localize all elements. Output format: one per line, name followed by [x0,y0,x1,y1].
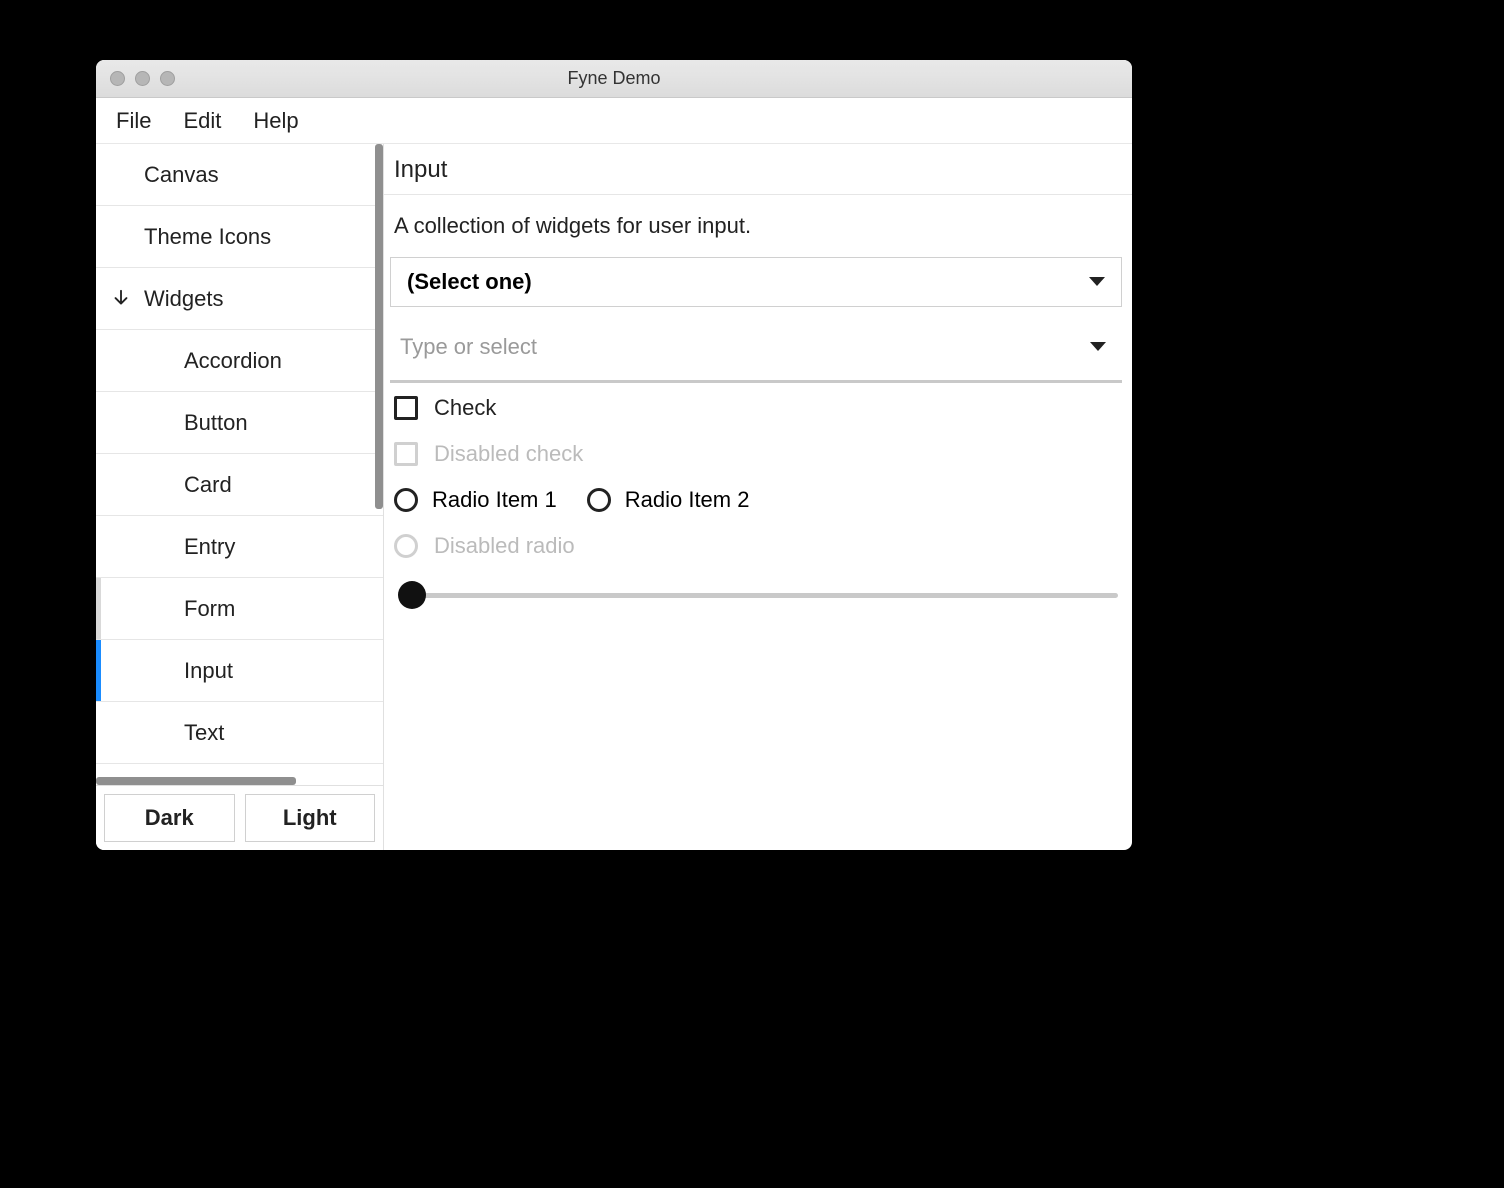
window: Fyne Demo File Edit Help Canvas Theme Ic… [96,60,1132,850]
light-button[interactable]: Light [245,794,376,842]
caret-down-icon [1089,277,1105,287]
theme-switch: Dark Light [104,794,375,842]
combo-text-input[interactable] [400,334,1090,360]
sidebar-item-theme-icons[interactable]: Theme Icons [96,206,383,268]
dark-button[interactable]: Dark [104,794,235,842]
sidebar-item-form[interactable]: Form [96,578,383,640]
sidebar-item-button[interactable]: Button [96,392,383,454]
sidebar-item-canvas[interactable]: Canvas [96,144,383,206]
sidebar-item-card[interactable]: Card [96,454,383,516]
page-title: Input [384,144,1132,195]
slider-track [412,593,1118,598]
button-label: Light [283,805,337,831]
sidebar-item-label: Button [184,410,248,436]
checkbox-disabled: Disabled check [394,441,1122,467]
checkbox-check[interactable]: Check [394,395,1122,421]
scrollbar-vertical[interactable] [375,144,383,509]
sidebar-item-label: Input [184,658,233,684]
sidebar-item-label: Card [184,472,232,498]
sidebar-item-label: Canvas [144,162,219,188]
button-label: Dark [145,805,194,831]
sidebar-item-widgets[interactable]: Widgets [96,268,383,330]
zoom-icon[interactable] [160,71,175,86]
sidebar: Canvas Theme Icons Widgets Accordion [96,144,384,850]
radio-icon [587,488,611,512]
sidebar-item-input[interactable]: Input [96,640,383,702]
sidebar-item-label: Form [184,596,235,622]
titlebar[interactable]: Fyne Demo [96,60,1132,98]
menu-edit[interactable]: Edit [183,108,221,134]
select-placeholder: (Select one) [407,269,532,295]
radio-icon [394,534,418,558]
menubar: File Edit Help [96,98,1132,144]
radio-disabled: Disabled radio [394,533,1122,559]
menu-help[interactable]: Help [253,108,298,134]
radio-label: Radio Item 2 [625,487,750,513]
combo-input[interactable] [390,313,1122,383]
minimize-icon[interactable] [135,71,150,86]
slider-thumb[interactable] [398,581,426,609]
select-dropdown[interactable]: (Select one) [390,257,1122,307]
sidebar-item-label: Widgets [144,286,223,312]
radio-item-2[interactable]: Radio Item 2 [587,487,750,513]
radio-item-1[interactable]: Radio Item 1 [394,487,557,513]
caret-down-icon [1090,342,1106,352]
sidebar-item-accordion[interactable]: Accordion [96,330,383,392]
window-title: Fyne Demo [96,68,1132,89]
checkbox-icon [394,442,418,466]
close-icon[interactable] [110,71,125,86]
checkbox-icon [394,396,418,420]
checkbox-label: Disabled check [434,441,583,467]
main-content: Input A collection of widgets for user i… [384,144,1132,850]
checkbox-label: Check [434,395,496,421]
radio-group: Radio Item 1 Radio Item 2 [394,487,1122,513]
radio-icon [394,488,418,512]
navigation-tree[interactable]: Canvas Theme Icons Widgets Accordion [96,144,383,785]
scrollbar-horizontal[interactable] [96,777,296,785]
chevron-down-icon [110,288,132,310]
sidebar-item-label: Text [184,720,224,746]
slider[interactable] [394,579,1122,611]
sidebar-item-label: Entry [184,534,235,560]
sidebar-item-label: Theme Icons [144,224,271,250]
menu-file[interactable]: File [116,108,151,134]
sidebar-item-entry[interactable]: Entry [96,516,383,578]
page-description: A collection of widgets for user input. [384,195,1132,251]
radio-label: Radio Item 1 [432,487,557,513]
sidebar-item-label: Accordion [184,348,282,374]
sidebar-item-text[interactable]: Text [96,702,383,764]
radio-label: Disabled radio [434,533,575,559]
window-controls [96,71,175,86]
